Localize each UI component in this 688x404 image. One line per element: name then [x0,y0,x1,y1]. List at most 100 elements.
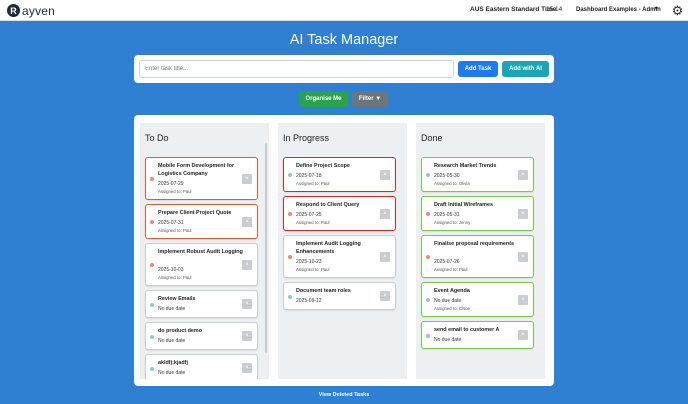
task-due-date: 2025-09-12 [296,298,322,304]
column-in-progress: In Progress Define Project Scope 2025-07… [278,123,407,379]
priority-dot [426,334,430,338]
task-card[interactable]: Mobile Form Development for Logistics Co… [145,157,258,200]
filter-button[interactable]: Filter ▼ [352,91,388,107]
task-due-date: No due date [434,337,462,343]
priority-dot [288,173,292,177]
delete-task-button[interactable]: × [380,209,390,219]
task-due-date: 2025-10-03 [158,267,184,273]
task-board: To Do Mobile Form Development for Logist… [134,115,554,386]
task-title: Implement Audit Logging Enhancements [296,241,361,255]
chevron-down-icon: ▼ [653,6,659,12]
view-deleted-tasks-link[interactable]: View Deleted Tasks [0,392,688,398]
task-card[interactable]: akldfj;kjadfj No due date × [145,354,258,379]
column-title: In Progress [283,133,330,143]
task-title: Define Project Scope [296,163,350,169]
priority-dot [150,335,154,339]
clock: 15:14 [546,6,563,13]
task-due-date: 2025-10-23 [296,259,322,265]
priority-dot [426,255,430,259]
task-card[interactable]: Prepare Client Project Quote 2025-07-31 … [145,204,258,239]
task-title: send email to customer A [434,327,500,333]
task-card[interactable]: Draft Initial Wireframes 2025-05-31 Assi… [421,196,534,231]
column-scrollbar[interactable] [265,143,267,353]
task-card[interactable]: Implement Robust Audit Logging 2025-10-0… [145,243,258,286]
task-title: Prepare Client Project Quote [158,210,232,216]
add-task-button[interactable]: Add Task [458,61,498,77]
task-title: Review Emails [158,296,196,302]
priority-dot [426,298,430,302]
task-due-date: 2025-07-26 [434,259,460,265]
priority-dot [150,367,154,371]
task-title: akldfj;kjadfj [158,360,188,366]
task-due-date: No due date [158,370,186,376]
task-due-date: No due date [434,298,462,304]
task-card[interactable]: Research Market Trends 2025-05-30 Assign… [421,157,534,192]
column-todo: To Do Mobile Form Development for Logist… [140,123,269,379]
priority-dot [288,212,292,216]
page-title: AI Task Manager [289,32,399,48]
priority-dot [426,212,430,216]
logo-mark: R [7,4,20,17]
dashboard-select-label: Dashboard Examples - Admin [576,7,661,13]
task-card[interactable]: Event Agenda No due date Assigned to: Ch… [421,282,534,317]
task-assignee: Assigned to: Paul [296,220,330,225]
column-title: Done [421,133,443,143]
organise-me-button[interactable]: Organise Me [299,91,348,107]
delete-task-button[interactable]: × [242,331,252,341]
rayven-logo[interactable]: R ayven [7,3,55,18]
task-title: Draft Initial Wireframes [434,202,493,208]
add-with-ai-button[interactable]: Add with AI [502,61,549,77]
delete-task-button[interactable]: × [518,295,528,305]
top-bar: R ayven AUS Eastern Standard Time 15:14 … [0,0,688,21]
task-assignee: Assigned to: Paul [434,267,468,272]
delete-task-button[interactable]: × [242,217,252,227]
priority-dot [288,295,292,299]
column-title: To Do [145,133,169,143]
task-title: Mobile Form Development for Logistics Co… [158,163,235,177]
task-card[interactable]: Implement Audit Logging Enhancements 202… [283,235,396,278]
priority-dot [150,220,154,224]
task-title: Implement Robust Audit Logging [158,249,243,255]
delete-task-button[interactable]: × [380,170,390,180]
delete-task-button[interactable]: × [242,174,252,184]
task-card[interactable]: Respond to Client Query 2025-07-25 Assig… [283,196,396,231]
task-assignee: Assigned to: Olivia [434,181,470,186]
task-card[interactable]: send email to customer A No due date × [421,321,534,349]
delete-task-button[interactable]: × [518,330,528,340]
task-assignee: Assigned to: Chloe [434,306,471,311]
task-card[interactable]: do product demo No due date × [145,322,258,350]
task-title: do product demo [158,328,203,334]
delete-task-button[interactable]: × [242,363,252,373]
task-card[interactable]: Define Project Scope 2025-07-18 Assigned… [283,157,396,192]
task-title: Event Agenda [434,288,470,294]
task-card[interactable]: Finalise proposal requirements 2025-07-2… [421,235,534,278]
dashboard-select[interactable]: Dashboard Examples - Admin ▼ [573,3,662,17]
delete-task-button[interactable]: × [518,170,528,180]
task-card[interactable]: Document team roles 2025-09-12 × [283,282,396,310]
delete-task-button[interactable]: × [380,252,390,262]
task-due-date: 2025-07-29 [158,181,184,187]
task-card[interactable]: Review Emails No due date × [145,290,258,318]
priority-dot [426,173,430,177]
settings-gear-icon[interactable]: ⚙ [670,3,685,18]
delete-task-button[interactable]: × [518,252,528,262]
delete-task-button[interactable]: × [242,299,252,309]
task-assignee: Assigned to: Paul [296,181,330,186]
task-title-input[interactable] [139,60,454,78]
priority-dot [150,263,154,267]
task-assignee: Assigned to: Paul [296,267,330,272]
timezone-label: AUS Eastern Standard Time [470,6,557,13]
logo-text: ayven [22,3,56,18]
priority-dot [288,255,292,259]
task-due-date: 2025-07-31 [158,220,184,226]
column-done: Done Research Market Trends 2025-05-30 A… [416,123,545,379]
delete-task-button[interactable]: × [380,291,390,301]
task-assignee: Assigned to: Paul [158,275,192,280]
task-due-date: 2025-05-30 [434,173,460,179]
task-title: Finalise proposal requirements [434,241,514,247]
task-assignee: Assigned to: Paul [158,189,192,194]
task-title: Document team roles [296,288,351,294]
delete-task-button[interactable]: × [518,209,528,219]
task-title: Research Market Trends [434,163,497,169]
delete-task-button[interactable]: × [242,260,252,270]
